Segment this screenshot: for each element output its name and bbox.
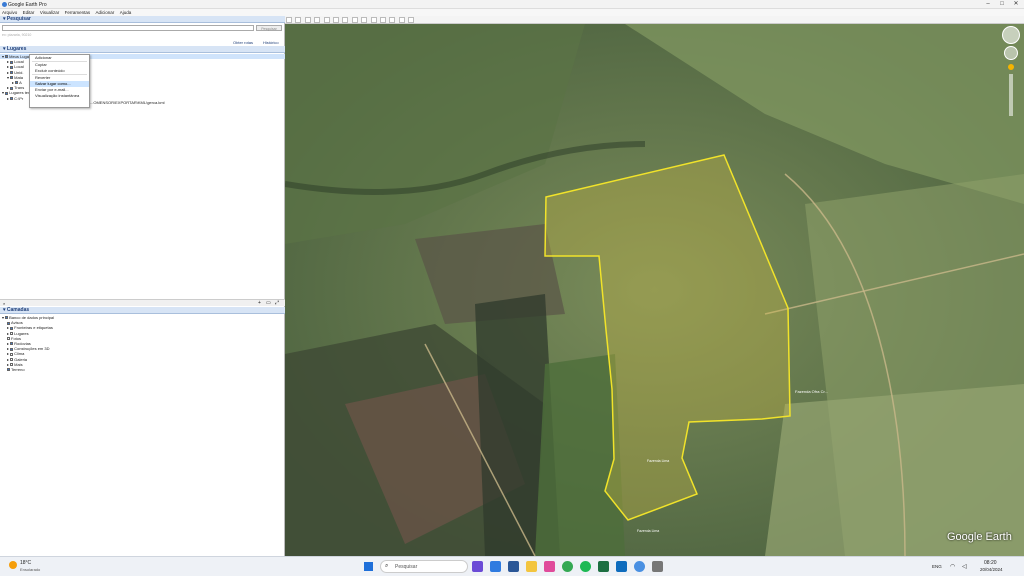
search-icon[interactable]: ⌕ [3,301,5,306]
taskbar-search-placeholder: Pesquisar [395,564,418,570]
save-image-icon[interactable] [398,17,405,23]
placemark-icon[interactable] [295,17,302,23]
compass-control[interactable] [1002,26,1020,44]
search-hint: ex: pizzaria, 90210 [2,33,32,37]
email-icon[interactable] [379,17,386,23]
google-earth-taskbar-icon[interactable] [634,561,645,572]
polygon-icon[interactable] [304,17,311,23]
taskbar: 18°C Ensolarado ⌕ Pesquisar ENG ◠ ◁ 08:2… [0,556,1024,576]
weather-icon [9,561,17,569]
sun-icon[interactable] [351,17,358,23]
excel-icon[interactable] [598,561,609,572]
task-view-icon[interactable] [472,561,483,572]
link-get-routes[interactable]: Obter rotas [233,40,253,45]
speaker-icon[interactable]: ◁ [962,563,967,570]
street-view-icon[interactable] [1008,64,1014,70]
ruler-icon[interactable] [370,17,377,23]
path-icon[interactable] [314,17,321,23]
history-icon[interactable] [342,17,349,23]
menu-ferramentas[interactable]: Ferramentas [63,9,93,16]
add-button[interactable]: + [258,300,261,306]
search-icon: ⌕ [385,563,389,569]
sidebar-toggle-icon[interactable] [286,17,292,23]
clock-date[interactable]: 20/04/2024 [980,567,1003,572]
windows-start-icon[interactable] [364,562,373,571]
layers-panel-header[interactable]: ▾ Camadas [0,307,285,314]
expand-icon[interactable]: ⤢ [275,300,279,306]
map-toolbar [285,16,1024,24]
wifi-icon[interactable]: ◠ [950,563,955,570]
tree-item[interactable]: Terreno [2,367,54,372]
maps-icon[interactable] [408,17,415,23]
kml-path: ...OMENSOR\EXPORTAR\KML\gerca.kml [90,100,165,105]
outlook-icon[interactable] [616,561,627,572]
map-label: Fazenda Ofra Cr... [795,389,828,394]
context-menu: Adicionar Copiar Excluir conteúdo Revert… [29,54,90,108]
google-earth-watermark: Google Earth [947,531,1012,543]
menu-ajuda[interactable]: Ajuda [118,9,134,16]
print-icon[interactable] [389,17,396,23]
search-panel-header[interactable]: ▾ Pesquisar [0,16,285,23]
weather-temp[interactable]: 18°C [20,560,31,566]
window-title: Google Earth Pro [8,2,47,8]
taskbar-search[interactable]: ⌕ Pesquisar [380,560,468,573]
search-button[interactable]: Pesquisar [256,25,282,31]
link-history[interactable]: Histórico [263,40,279,45]
zoom-slider[interactable] [1009,74,1013,116]
overlay-icon[interactable] [323,17,330,23]
maximize-button[interactable]: □ [996,0,1008,9]
layers-tree: ▾ Banco de dados principal Avisos ▸ Fron… [2,315,54,372]
weather-text[interactable]: Ensolarado [20,567,40,572]
title-bar: Google Earth Pro – □ ✕ [0,0,1024,9]
look-control[interactable] [1004,46,1018,60]
app-icon[interactable] [544,561,555,572]
close-button[interactable]: ✕ [1010,0,1022,9]
chrome-icon[interactable] [562,561,573,572]
menu-arquivo[interactable]: Arquivo [0,9,19,16]
google-earth-icon [2,2,7,7]
planet-icon[interactable] [361,17,368,23]
language-indicator[interactable]: ENG [932,564,942,569]
places-panel-header[interactable]: ▾ Lugares [0,46,285,53]
map-label: Fazenda Lima [637,529,660,533]
store-icon[interactable] [508,561,519,572]
places-toolbar: ⌕ + ▭ ⤢ [0,299,285,306]
satellite-imagery [285,24,1024,556]
tour-icon[interactable] [332,17,339,23]
map-label: Fazenda Lima [647,459,670,463]
menu-bar: Arquivo Editar Visualizar Ferramentas Ad… [0,9,1024,16]
menu-visualizar[interactable]: Visualizar [38,9,61,16]
edge-icon[interactable] [490,561,501,572]
app-icon[interactable] [652,561,663,572]
clock-time[interactable]: 08:20 [984,560,997,566]
menu-adicionar[interactable]: Adicionar [94,9,117,16]
ctx-snapshot[interactable]: Visualização instantânea [30,93,89,99]
folder-icon[interactable]: ▭ [266,300,271,306]
spotify-icon[interactable] [580,561,591,572]
file-explorer-icon[interactable] [526,561,537,572]
menu-editar[interactable]: Editar [21,9,37,16]
search-input[interactable] [2,25,254,31]
map-view[interactable]: Fazenda Ofra Cr... Fazenda Lima Fazenda … [285,24,1024,556]
minimize-button[interactable]: – [982,0,994,9]
